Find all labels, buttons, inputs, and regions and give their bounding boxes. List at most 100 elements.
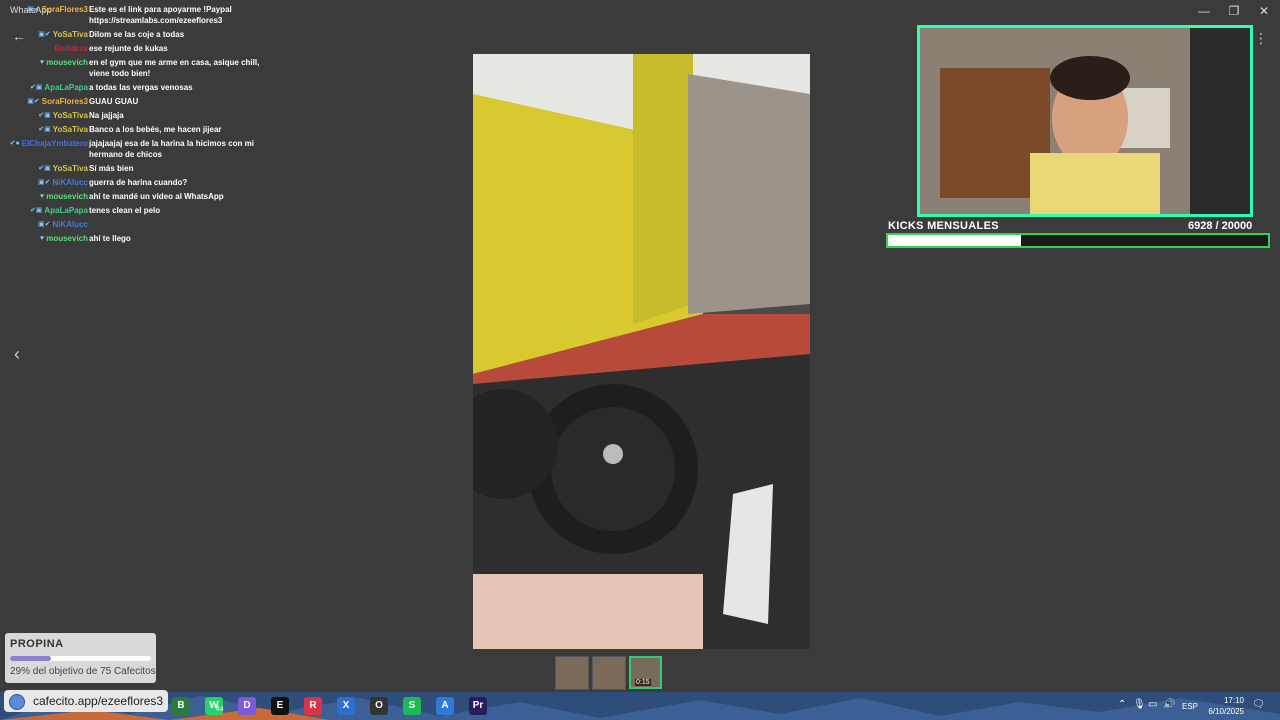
media-thumbnail[interactable] bbox=[592, 656, 626, 690]
taskbar-clock[interactable]: 17:10 6/10/2025 bbox=[1200, 695, 1244, 717]
globe-icon bbox=[9, 694, 25, 710]
chat-username[interactable]: ▣✔ NiKAlucc bbox=[38, 177, 88, 188]
cafecito-link-text: cafecito.app/ezeeflores3 bbox=[33, 694, 164, 708]
chat-message-text: Este es el link para apoyarme !Paypal ht… bbox=[89, 5, 232, 25]
chat-username-text: ApaLaPapa bbox=[44, 83, 88, 92]
tip-goal-widget: PROPINA 29% del objetivo de 75 Cafecitos bbox=[5, 633, 156, 683]
chat-message-text: Banco a los bebés, me hacen jijear bbox=[89, 125, 222, 134]
chat-username[interactable]: ▣✔ SoraFlores3 bbox=[27, 4, 88, 15]
taskbar-app-icon[interactable]: X bbox=[337, 697, 355, 715]
taskbar-app-icon[interactable]: R bbox=[304, 697, 322, 715]
chat-badges-icon: ✔▣ bbox=[38, 126, 51, 133]
chat-username[interactable]: ▣✔ YoSaTiva bbox=[38, 29, 88, 40]
chat-username[interactable]: ▣✔ NiKAlucc bbox=[38, 219, 88, 230]
clock-date: 6/10/2025 bbox=[1208, 707, 1244, 716]
chat-message-text: guerra de harina cuando? bbox=[89, 178, 188, 187]
tip-progress-fill bbox=[10, 656, 51, 661]
chat-username-text: mousevich bbox=[46, 58, 88, 67]
chat-message: ♥ mousevich ahí te llego bbox=[0, 233, 270, 244]
chat-message-text: GUAU GUAU bbox=[89, 97, 139, 106]
volume-icon[interactable]: 🔊 bbox=[1163, 699, 1175, 710]
chat-message: ▣✔ SoraFlores3 GUAU GUAU bbox=[0, 96, 270, 107]
chat-username[interactable]: ✔▣ ApaLaPapa bbox=[30, 205, 88, 216]
chat-username-text: ElChajaYmbatero bbox=[21, 139, 88, 148]
chat-username[interactable]: ✔● ElChajaYmbatero bbox=[10, 138, 88, 149]
chat-badges-icon: ♥ bbox=[40, 59, 45, 66]
chat-username[interactable]: ♥ mousevich bbox=[40, 57, 88, 68]
chat-message: ▣✔ YoSaTiva Dilom se las coje a todas bbox=[0, 29, 270, 40]
microphone-icon[interactable]: 🎙 bbox=[1133, 699, 1146, 710]
chat-username[interactable]: ♥ mousevich bbox=[40, 191, 88, 202]
chat-username[interactable]: ✔▣ ApaLaPapa bbox=[30, 82, 88, 93]
media-thumbnail[interactable] bbox=[555, 656, 589, 690]
chat-message-text: ese rejunte de kukas bbox=[89, 44, 168, 53]
kicks-progress-bar bbox=[886, 233, 1270, 248]
chat-message: ▣✔ NiKAlucc guerra de harina cuando? bbox=[0, 177, 270, 188]
maximize-button[interactable]: ❐ bbox=[1226, 3, 1242, 19]
taskbar-app-icon[interactable]: B bbox=[172, 697, 190, 715]
chat-badges-icon: ♥ bbox=[40, 235, 45, 242]
chat-username-text: Bellidrxx bbox=[54, 44, 88, 53]
taskbar-app-icon[interactable]: A bbox=[436, 697, 454, 715]
chat-username-text: mousevich bbox=[46, 192, 88, 201]
media-thumbnail-active[interactable]: 0:15 bbox=[629, 656, 662, 689]
previous-media-icon[interactable]: ‹ bbox=[14, 344, 20, 365]
close-button[interactable]: ✕ bbox=[1256, 3, 1272, 19]
chat-username[interactable]: Bellidrxx bbox=[52, 43, 88, 54]
tip-goal-text: 29% del objetivo de 75 Cafecitos bbox=[10, 666, 156, 677]
chat-username[interactable]: ♥ mousevich bbox=[40, 233, 88, 244]
gym-video-frame bbox=[473, 54, 810, 649]
chat-message: ✔● ElChajaYmbatero jajajaajaj esa de la ha… bbox=[0, 138, 270, 160]
chat-username[interactable]: ✔▣ YoSaTiva bbox=[38, 163, 88, 174]
tray-chevron-icon[interactable]: ⌃ bbox=[1118, 699, 1126, 710]
chat-badges-icon: ✔▣ bbox=[38, 112, 51, 119]
chat-message: ✔▣ YoSaTiva Na jajjaja bbox=[0, 110, 270, 121]
chat-username-text: YoSaTiva bbox=[52, 30, 88, 39]
chat-badges-icon: ♥ bbox=[40, 193, 45, 200]
more-options-icon[interactable]: ⋮ bbox=[1254, 30, 1268, 47]
clock-time: 17:10 bbox=[1223, 696, 1244, 705]
chat-badges-icon: ✔● bbox=[9, 140, 20, 147]
chat-username-text: ApaLaPapa bbox=[44, 206, 88, 215]
taskbar-app-icon[interactable]: O bbox=[370, 697, 388, 715]
network-icon[interactable]: ▭ bbox=[1148, 699, 1157, 710]
chat-message-text: ahí te mandé un video al WhatsApp bbox=[89, 192, 224, 201]
media-viewer-video[interactable] bbox=[473, 54, 810, 649]
chat-message: ♥ mousevich en el gym que me arme en casa,… bbox=[0, 57, 270, 79]
taskbar-wallpaper bbox=[0, 692, 1280, 720]
chat-message: ✔▣ YoSaTiva Sí más bien bbox=[0, 163, 270, 174]
chat-message: ▣✔ NiKAlucc bbox=[0, 219, 270, 230]
chat-username[interactable]: ▣✔ SoraFlores3 bbox=[27, 96, 88, 107]
chat-badges-icon: ▣✔ bbox=[38, 31, 51, 38]
chat-badges-icon: ✔▣ bbox=[38, 165, 51, 172]
chat-message-text: jajajaajaj esa de la harina la hicimos c… bbox=[89, 139, 254, 159]
chat-badges-icon: ▣✔ bbox=[27, 6, 40, 13]
chat-badges-icon: ▣✔ bbox=[37, 221, 51, 228]
language-indicator[interactable]: ESP bbox=[1182, 702, 1198, 711]
chat-message-text: Dilom se las coje a todas bbox=[89, 30, 185, 39]
chat-message: ♥ mousevich ahí te mandé un video al Whats… bbox=[0, 191, 270, 202]
chat-message: Bellidrxx ese rejunte de kukas bbox=[0, 43, 270, 54]
kicks-goal-title: KICKS MENSUALES bbox=[888, 220, 999, 232]
taskbar-app-icon[interactable]: Pr bbox=[469, 697, 487, 715]
notifications-icon[interactable]: 🗨 bbox=[1252, 699, 1265, 710]
chat-username-text: YoSaTiva bbox=[52, 125, 88, 134]
taskbar-app-icon[interactable]: E bbox=[271, 697, 289, 715]
chat-message-text: ahí te llego bbox=[89, 234, 131, 243]
chat-username-text: YoSaTiva bbox=[52, 111, 88, 120]
chat-message-text: Sí más bien bbox=[89, 164, 134, 173]
chat-username-text: YoSaTiva bbox=[52, 164, 88, 173]
cafecito-link-pill[interactable]: cafecito.app/ezeeflores3 bbox=[4, 690, 168, 712]
chat-username-text: mousevich bbox=[46, 234, 88, 243]
taskbar-app-icon[interactable]: D bbox=[238, 697, 256, 715]
minimize-button[interactable]: — bbox=[1196, 3, 1212, 19]
chat-message: ✔▣ ApaLaPapa a todas las vergas venosas bbox=[0, 82, 270, 93]
webcam-overlay bbox=[917, 25, 1253, 217]
chat-badges-icon: ▣✔ bbox=[27, 98, 40, 105]
chat-username-text: SoraFlores3 bbox=[41, 5, 88, 14]
chat-username[interactable]: ✔▣ YoSaTiva bbox=[38, 110, 88, 121]
chat-message-text: en el gym que me arme en casa, asique ch… bbox=[89, 58, 260, 78]
taskbar-app-icon[interactable]: S bbox=[403, 697, 421, 715]
chat-overlay: ▣✔ SoraFlores3 Este es el link para apoyar… bbox=[0, 4, 270, 247]
chat-username[interactable]: ✔▣ YoSaTiva bbox=[38, 124, 88, 135]
